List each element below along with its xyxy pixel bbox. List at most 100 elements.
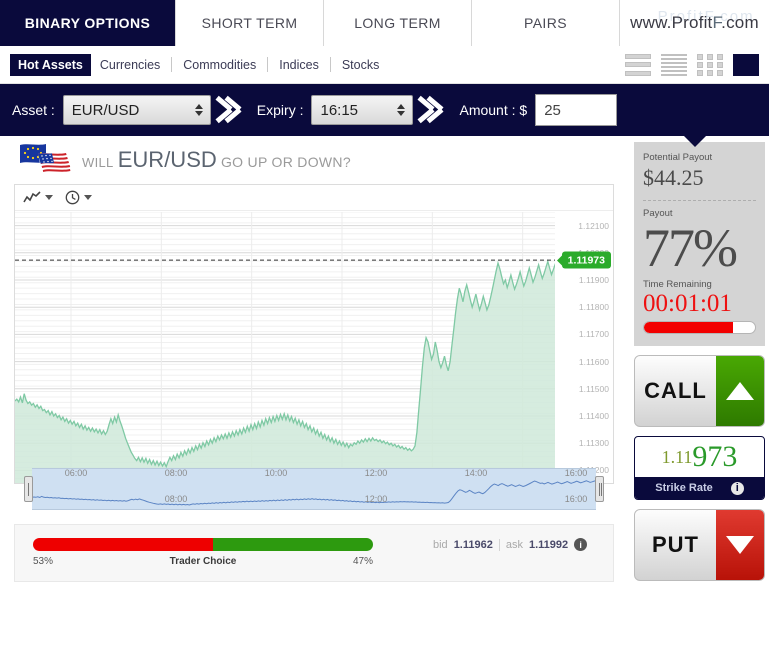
brand-suffix: .com bbox=[721, 13, 759, 32]
navigator-tick: 08:00 bbox=[164, 468, 188, 478]
strike-rate-value: 1.11 973 bbox=[635, 437, 764, 477]
nav-tab-binary-options[interactable]: BINARY OPTIONS bbox=[0, 0, 176, 46]
navigator-series bbox=[31, 480, 597, 506]
list-large-icon[interactable] bbox=[625, 53, 651, 76]
time-progress-fill bbox=[644, 322, 733, 333]
asset-category-bar: Hot Assets Currencies Commodities Indice… bbox=[0, 46, 769, 84]
brand-highlight: F bbox=[712, 13, 722, 32]
chevron-down-icon bbox=[84, 195, 92, 200]
y-axis-tick: 1.11400 bbox=[578, 411, 609, 421]
series-type-button[interactable] bbox=[23, 190, 53, 205]
time-remaining-label: Time Remaining bbox=[643, 279, 712, 290]
category-hot-assets[interactable]: Hot Assets bbox=[10, 53, 91, 76]
strike-rate-label: Strike Rate bbox=[655, 482, 713, 494]
expiry-label: Expiry : bbox=[256, 102, 304, 118]
sentiment-bar-green bbox=[213, 538, 373, 551]
navigator-tick: 14:00 bbox=[464, 468, 488, 478]
navigator-inside-label: 16:00 bbox=[564, 494, 588, 504]
strike-rate-prefix: 1.11 bbox=[661, 446, 693, 467]
trade-side-panel: Potential Payout $44.25 Payout 77% Time … bbox=[630, 136, 769, 618]
nav-tab-pairs[interactable]: PAIRS bbox=[472, 0, 620, 46]
clock-icon bbox=[65, 190, 80, 205]
trading-platform: BINARY OPTIONS SHORT TERM LONG TERM PAIR… bbox=[0, 0, 769, 658]
sentiment-left-percent: 53% bbox=[33, 556, 54, 567]
amount-input[interactable]: 25 bbox=[535, 94, 618, 126]
put-button-label: PUT bbox=[652, 532, 699, 557]
ask-value: 1.11992 bbox=[528, 538, 569, 551]
call-button[interactable]: CALL bbox=[634, 355, 765, 427]
category-stocks[interactable]: Stocks bbox=[333, 54, 389, 76]
quote-row: bid 1.11962 ask 1.11992 i bbox=[433, 538, 588, 551]
nav-tab-long-term[interactable]: LONG TERM bbox=[324, 0, 472, 46]
payout-value: 77% bbox=[643, 218, 738, 278]
nav-tab-label: SHORT TERM bbox=[201, 15, 298, 31]
chevron-updown-icon bbox=[194, 104, 203, 116]
strike-rate-suffix: 973 bbox=[692, 440, 738, 473]
navigator-tick: 16:00 bbox=[564, 468, 588, 478]
divider bbox=[329, 57, 331, 72]
payout-card: Potential Payout $44.25 Payout 77% Time … bbox=[634, 142, 765, 346]
y-axis-tick: 1.12100 bbox=[578, 220, 609, 231]
time-remaining-value: 00:01:01 bbox=[643, 290, 732, 317]
question-tail: GO UP OR DOWN? bbox=[220, 154, 351, 170]
time-progress-bar bbox=[643, 321, 756, 334]
chevron-updown-icon bbox=[397, 104, 406, 116]
category-currencies[interactable]: Currencies bbox=[91, 54, 169, 76]
nav-tab-short-term[interactable]: SHORT TERM bbox=[176, 0, 324, 46]
y-axis-tick: 1.11600 bbox=[578, 356, 609, 367]
y-axis-tick: 1.11900 bbox=[578, 275, 609, 285]
y-axis-tick: 1.11700 bbox=[578, 329, 609, 340]
divider bbox=[498, 538, 500, 551]
nav-tab-label: PAIRS bbox=[524, 15, 567, 31]
navigator-inside-label: 12:00 bbox=[364, 494, 388, 504]
main-content: WILL EUR/USD GO UP OR DOWN? 1.12100 1.11… bbox=[0, 136, 769, 618]
divider bbox=[267, 57, 269, 72]
navigator-inside-label: 08:00 bbox=[164, 494, 188, 504]
potential-payout-label: Potential Payout bbox=[643, 152, 713, 163]
interval-button[interactable] bbox=[65, 190, 92, 205]
navigator-handle-right[interactable] bbox=[595, 476, 604, 502]
step-chevron-icon bbox=[211, 84, 245, 136]
brand-prefix: www.Profit bbox=[630, 13, 713, 32]
info-icon[interactable]: i bbox=[730, 481, 744, 495]
info-icon[interactable]: i bbox=[574, 538, 588, 551]
price-chart[interactable]: 06:00 08:00 10:00 12:00 14:00 16:00 1.12100 1.… bbox=[14, 184, 614, 484]
nav-tab-label: LONG TERM bbox=[354, 15, 441, 31]
grid-icon[interactable] bbox=[697, 53, 723, 76]
chart-question: WILL EUR/USD GO UP OR DOWN? bbox=[82, 147, 351, 173]
trade-parameter-bar: Asset : EUR/USD Expiry : 16:15 Amount : … bbox=[0, 84, 769, 147]
step-chevron-icon bbox=[413, 84, 447, 136]
chart-header: WILL EUR/USD GO UP OR DOWN? bbox=[0, 136, 630, 184]
potential-payout-value: $44.25 bbox=[643, 165, 704, 190]
brand-area: ProfitF.com www.ProfitF.com bbox=[620, 0, 769, 46]
brand-logo: www.ProfitF.com bbox=[630, 13, 759, 33]
sentiment-bar-red bbox=[33, 538, 214, 551]
solid-view-icon[interactable] bbox=[733, 53, 759, 76]
asset-select[interactable]: EUR/USD bbox=[62, 95, 211, 125]
chart-plot-area: 06:0008:0010:0012:0014:0016:00 bbox=[15, 212, 555, 483]
category-indices[interactable]: Indices bbox=[270, 54, 328, 76]
eur-usd-flag-icon bbox=[18, 142, 76, 178]
chart-navigator[interactable]: 06:00 08:00 10:00 12:00 14:00 16:00 08:00 12:00… bbox=[14, 468, 614, 510]
asset-label: Asset : bbox=[12, 102, 55, 118]
ask-label: ask bbox=[505, 538, 523, 551]
strike-rate-footer: Strike Rate i bbox=[635, 477, 764, 499]
chevron-down-icon bbox=[45, 195, 53, 200]
put-button[interactable]: PUT bbox=[634, 509, 765, 581]
category-commodities[interactable]: Commodities bbox=[174, 54, 265, 76]
view-mode-toggles bbox=[625, 53, 759, 76]
navigator-tick: 10:00 bbox=[264, 468, 288, 478]
arrow-down-icon bbox=[716, 510, 764, 580]
sentiment-labels: 53% Trader Choice 47% bbox=[33, 556, 373, 567]
bid-label: bid bbox=[433, 538, 448, 551]
y-axis-tick: 1.11800 bbox=[578, 302, 609, 313]
list-compact-icon[interactable] bbox=[661, 53, 687, 76]
navigator-window[interactable] bbox=[31, 468, 597, 510]
sentiment-bar bbox=[33, 538, 373, 551]
navigator-tick: 06:00 bbox=[64, 468, 88, 478]
question-will: WILL bbox=[82, 155, 114, 170]
expiry-select[interactable]: 16:15 bbox=[311, 95, 414, 125]
navigator-handle-left[interactable] bbox=[24, 476, 33, 502]
amount-label: Amount : $ bbox=[459, 102, 528, 118]
bid-value: 1.11962 bbox=[453, 538, 493, 551]
